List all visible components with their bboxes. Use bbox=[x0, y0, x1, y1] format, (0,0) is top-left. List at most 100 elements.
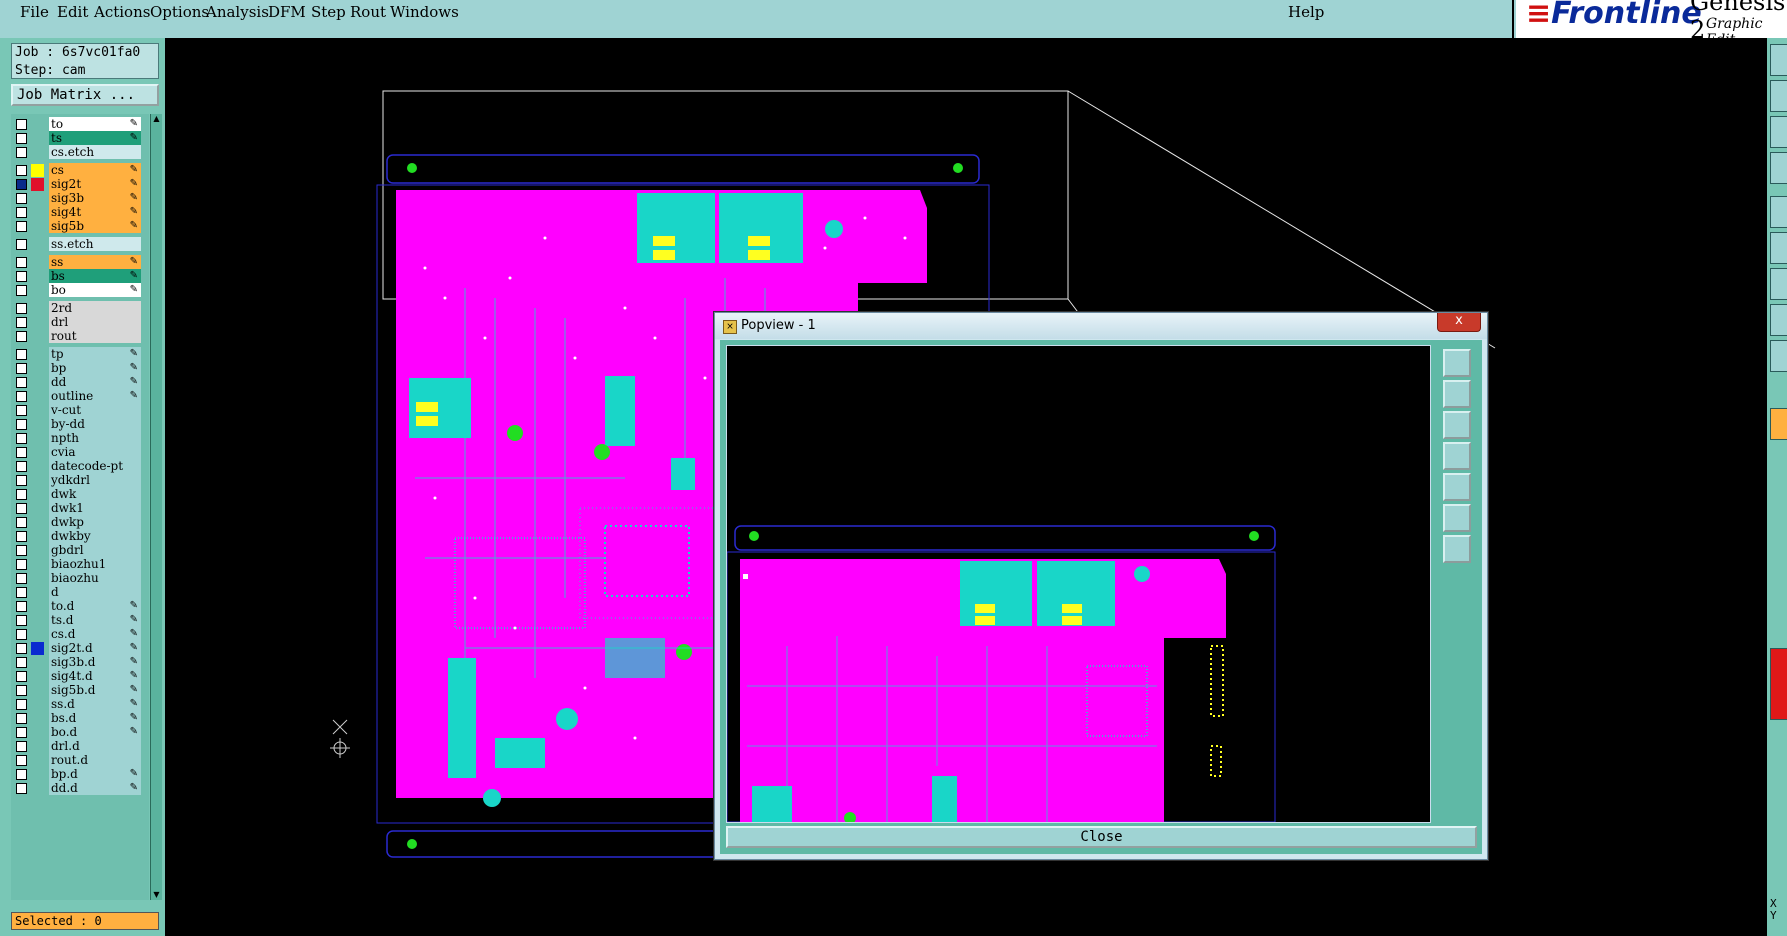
layer-name[interactable]: sig2t.d ✎ bbox=[49, 641, 141, 655]
layer-row[interactable]: biaozhu1 bbox=[14, 557, 144, 572]
pan-down-icon[interactable] bbox=[1443, 411, 1471, 439]
layer-checkbox[interactable] bbox=[16, 433, 27, 444]
layer-checkbox[interactable] bbox=[16, 629, 27, 640]
layer-checkbox[interactable] bbox=[16, 221, 27, 232]
layer-checkbox[interactable] bbox=[16, 783, 27, 794]
menu-file[interactable]: File bbox=[20, 3, 49, 21]
layer-row[interactable]: drl bbox=[14, 315, 144, 330]
layer-name[interactable]: dwkp bbox=[49, 515, 141, 529]
layer-name[interactable]: drl.d bbox=[49, 739, 141, 753]
layer-row[interactable]: cvia bbox=[14, 445, 144, 460]
layer-name[interactable]: ss.etch bbox=[49, 237, 141, 251]
layer-checkbox[interactable] bbox=[16, 769, 27, 780]
layer-name[interactable]: bs ✎ bbox=[49, 269, 141, 283]
layer-name[interactable]: sig4t ✎ bbox=[49, 205, 141, 219]
layer-checkbox[interactable] bbox=[16, 133, 27, 144]
layer-row[interactable]: dwkby bbox=[14, 529, 144, 544]
layer-checkbox[interactable] bbox=[16, 447, 27, 458]
layer-name[interactable]: cvia bbox=[49, 445, 141, 459]
tool-button-4[interactable] bbox=[1770, 152, 1787, 184]
layer-row[interactable]: d bbox=[14, 585, 144, 600]
layer-checkbox[interactable] bbox=[16, 207, 27, 218]
layer-checkbox[interactable] bbox=[16, 271, 27, 282]
layer-checkbox[interactable] bbox=[16, 643, 27, 654]
layer-checkbox[interactable] bbox=[16, 671, 27, 682]
popview-pcb-view[interactable] bbox=[727, 346, 1430, 822]
layer-checkbox[interactable] bbox=[16, 461, 27, 472]
layer-row[interactable]: npth bbox=[14, 431, 144, 446]
layer-name[interactable]: cs.d ✎ bbox=[49, 627, 141, 641]
layer-name[interactable]: sig2t ✎ bbox=[49, 177, 141, 191]
layer-checkbox[interactable] bbox=[16, 165, 27, 176]
layer-name[interactable]: npth bbox=[49, 431, 141, 445]
popview-titlebar[interactable]: × Popview - 1 x bbox=[715, 313, 1487, 339]
layer-name[interactable]: dd.d ✎ bbox=[49, 781, 141, 795]
layer-checkbox[interactable] bbox=[16, 559, 27, 570]
layer-row[interactable]: drl.d bbox=[14, 739, 144, 754]
layer-row[interactable]: v-cut bbox=[14, 403, 144, 418]
layer-name[interactable]: sig5b ✎ bbox=[49, 219, 141, 233]
layer-checkbox[interactable] bbox=[16, 727, 27, 738]
layer-checkbox[interactable] bbox=[16, 239, 27, 250]
layer-name[interactable]: sig3b.d ✎ bbox=[49, 655, 141, 669]
layer-name[interactable]: bo.d ✎ bbox=[49, 725, 141, 739]
layer-row[interactable]: to ✎ bbox=[14, 117, 144, 132]
tool-button-3[interactable] bbox=[1770, 116, 1787, 148]
layer-color-swatch[interactable] bbox=[31, 642, 44, 655]
pan-up-icon[interactable] bbox=[1443, 380, 1471, 408]
layer-row[interactable]: to.d ✎ bbox=[14, 599, 144, 614]
layer-checkbox[interactable] bbox=[16, 517, 27, 528]
layer-name[interactable]: ss ✎ bbox=[49, 255, 141, 269]
layer-name[interactable]: dwkby bbox=[49, 529, 141, 543]
layer-checkbox[interactable] bbox=[16, 503, 27, 514]
layer-name[interactable]: 2rd bbox=[49, 301, 141, 315]
layer-name[interactable]: datecode-pt bbox=[49, 459, 141, 473]
layer-name[interactable]: to ✎ bbox=[49, 117, 141, 131]
layer-row[interactable]: outline ✎ bbox=[14, 389, 144, 404]
layer-name[interactable]: bo ✎ bbox=[49, 283, 141, 297]
layer-checkbox[interactable] bbox=[16, 573, 27, 584]
pan-left-icon[interactable] bbox=[1443, 442, 1471, 470]
layer-row[interactable]: 2rd bbox=[14, 301, 144, 316]
layer-name[interactable]: sig3b ✎ bbox=[49, 191, 141, 205]
tool-button-2[interactable] bbox=[1770, 80, 1787, 112]
layer-row[interactable]: bp ✎ bbox=[14, 361, 144, 376]
layer-row[interactable]: dwk bbox=[14, 487, 144, 502]
close-icon[interactable]: x bbox=[1437, 313, 1481, 332]
layer-row[interactable]: sig3b ✎ bbox=[14, 191, 144, 206]
layer-row[interactable]: sig2t.d ✎ bbox=[14, 641, 144, 656]
layer-checkbox[interactable] bbox=[16, 699, 27, 710]
layer-row[interactable]: bp.d ✎ bbox=[14, 767, 144, 782]
layer-name[interactable]: ydkdrl bbox=[49, 473, 141, 487]
layer-checkbox[interactable] bbox=[16, 405, 27, 416]
layer-row[interactable]: ts ✎ bbox=[14, 131, 144, 146]
menu-step[interactable]: Step bbox=[311, 3, 346, 21]
layer-row[interactable]: biaozhu bbox=[14, 571, 144, 586]
layer-color-swatch[interactable] bbox=[31, 164, 44, 177]
layer-checkbox[interactable] bbox=[16, 615, 27, 626]
layer-name[interactable]: ts.d ✎ bbox=[49, 613, 141, 627]
zoom-window-icon[interactable] bbox=[1443, 349, 1471, 377]
layer-row[interactable]: ss.d ✎ bbox=[14, 697, 144, 712]
layer-row[interactable]: rout.d bbox=[14, 753, 144, 768]
job-matrix-button[interactable]: Job Matrix ... bbox=[11, 84, 159, 106]
layer-checkbox[interactable] bbox=[16, 303, 27, 314]
layer-checkbox[interactable] bbox=[16, 657, 27, 668]
layer-row[interactable]: by-dd bbox=[14, 417, 144, 432]
menu-options[interactable]: Options bbox=[150, 3, 209, 21]
layer-row[interactable]: dwk1 bbox=[14, 501, 144, 516]
layer-checkbox[interactable] bbox=[16, 755, 27, 766]
layer-row[interactable]: bs.d ✎ bbox=[14, 711, 144, 726]
menu-help[interactable]: Help bbox=[1288, 3, 1324, 21]
layer-name[interactable]: by-dd bbox=[49, 417, 141, 431]
layer-row[interactable]: sig5b.d ✎ bbox=[14, 683, 144, 698]
tool-button-8[interactable] bbox=[1770, 304, 1787, 336]
tool-button-6[interactable] bbox=[1770, 232, 1787, 264]
layer-row[interactable]: tp ✎ bbox=[14, 347, 144, 362]
layer-row[interactable]: datecode-pt bbox=[14, 459, 144, 474]
layer-row[interactable]: sig4t.d ✎ bbox=[14, 669, 144, 684]
popview-canvas[interactable] bbox=[726, 345, 1431, 823]
layer-checkbox[interactable] bbox=[16, 545, 27, 556]
layer-checkbox[interactable] bbox=[16, 147, 27, 158]
pan-right-icon[interactable] bbox=[1443, 473, 1471, 501]
